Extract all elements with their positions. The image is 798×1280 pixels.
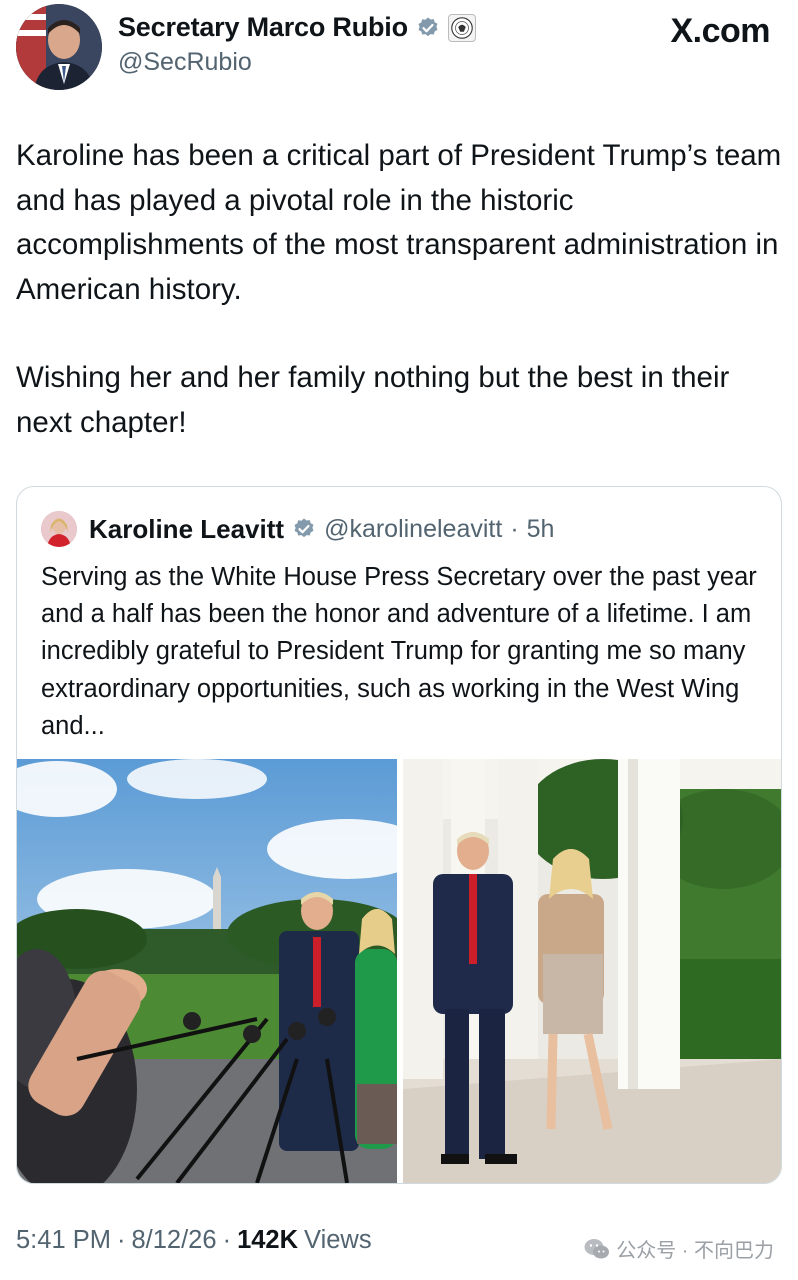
quoted-author-avatar[interactable] bbox=[41, 511, 77, 547]
separator-dot: · bbox=[510, 514, 519, 543]
department-seal-icon bbox=[447, 13, 476, 42]
views-count[interactable]: 142K bbox=[237, 1226, 298, 1255]
author-display-name[interactable]: Secretary Marco Rubio bbox=[118, 12, 408, 43]
quoted-tweet-card[interactable]: Karoline Leavitt @karolineleavitt · 5h S… bbox=[16, 486, 782, 1184]
watermark-text: 公众号 · 不向巴力 bbox=[616, 1240, 774, 1262]
post-time[interactable]: 5:41 PM bbox=[16, 1226, 111, 1255]
colonnade-walk-photo[interactable] bbox=[403, 759, 781, 1183]
tweet-paragraph: Wishing her and her family nothing but t… bbox=[16, 361, 730, 439]
tweet-paragraph: Karoline has been a critical part of Pre… bbox=[16, 139, 782, 306]
separator-dot: · bbox=[116, 1226, 126, 1254]
quoted-handle[interactable]: @karolineleavitt bbox=[324, 515, 502, 544]
wechat-icon bbox=[584, 1238, 610, 1260]
press-gaggle-photo[interactable] bbox=[17, 759, 397, 1183]
views-label: Views bbox=[304, 1226, 372, 1254]
verified-badge-icon bbox=[292, 517, 316, 541]
verified-badge-icon bbox=[416, 16, 440, 40]
tweet-text: Karoline has been a critical part of Pre… bbox=[16, 134, 786, 445]
quoted-tweet-text: Serving as the White House Press Secreta… bbox=[41, 563, 757, 740]
author-avatar[interactable] bbox=[16, 4, 102, 90]
quoted-time[interactable]: 5h bbox=[527, 515, 555, 544]
quoted-display-name[interactable]: Karoline Leavitt bbox=[89, 514, 284, 545]
brand-logo: X.com bbox=[670, 12, 770, 50]
author-handle[interactable]: @SecRubio bbox=[118, 48, 252, 77]
watermark: 公众号 · 不向巴力 bbox=[584, 1234, 774, 1263]
post-date[interactable]: 8/12/26 bbox=[131, 1226, 216, 1255]
tweet-meta: 5:41 PM · 8/12/26 · 142K Views bbox=[16, 1226, 372, 1255]
quoted-media-grid bbox=[17, 759, 781, 1183]
separator-dot: · bbox=[222, 1226, 232, 1254]
